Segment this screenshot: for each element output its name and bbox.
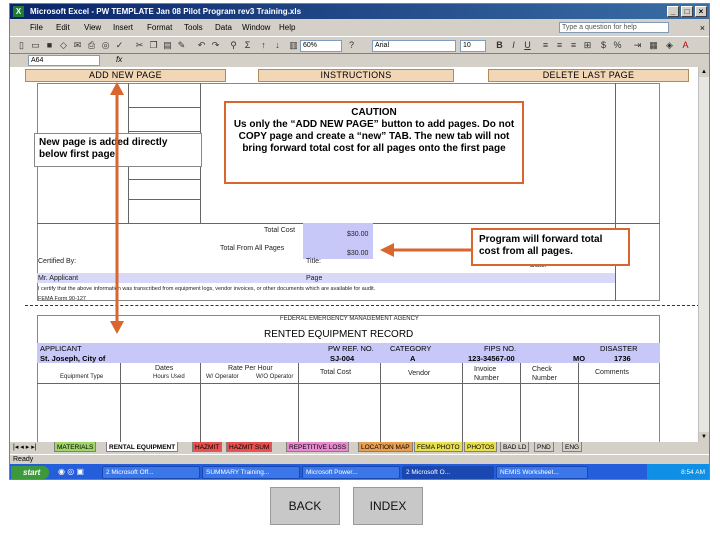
task-nemis-worksheet[interactable]: NEMIS Worksheet... [496,466,588,479]
excel-icon: X [13,6,24,17]
borders-icon[interactable]: ▦ [648,40,659,51]
underline-icon[interactable]: U [522,40,533,51]
hyperlink-icon[interactable]: ⚲ [228,40,239,51]
save-icon[interactable]: ■ [44,40,55,51]
menu-window[interactable]: Window [242,20,270,35]
help-icon[interactable]: ? [346,40,357,51]
copy-icon[interactable]: ❐ [148,40,159,51]
italic-icon[interactable]: I [508,40,519,51]
sort-descending-icon[interactable]: ↓ [272,40,283,51]
tab-materials[interactable]: MATERIALS [54,442,97,452]
name-box[interactable]: A64 [28,55,100,66]
zoom-select[interactable]: 60% [300,40,342,52]
callout-arrows [110,82,471,334]
undo-icon[interactable]: ↶ [196,40,207,51]
scroll-up-icon[interactable]: ▲ [699,67,709,77]
tab-pnd[interactable]: PND [534,442,554,452]
bold-icon[interactable]: B [494,40,505,51]
print-preview-icon[interactable]: ◎ [100,40,111,51]
tab-rental-equipment[interactable]: RENTAL EQUIPMENT [106,442,179,452]
back-button[interactable]: BACK [270,487,340,525]
tab-repetitive-loss[interactable]: REPETITIVE LOSS [286,442,350,452]
help-search-input[interactable]: Type a question for help [559,22,669,33]
merge-center-icon[interactable]: ⊞ [582,40,593,51]
quick-launch-icons[interactable]: ◉ ◎ ▣ [58,467,84,476]
menu-format[interactable]: Format [147,20,172,35]
scroll-down-icon[interactable]: ▼ [699,432,709,442]
font-size-select[interactable]: 10 [460,40,486,52]
tab-scroll-icons[interactable]: |◂ ◂ ▸ ▸| [13,442,37,453]
font-color-icon[interactable]: A [680,40,691,51]
task-summary-training[interactable]: SUMMARY Training... [202,466,300,479]
worksheet[interactable]: ADD NEW PAGE INSTRUCTIONS DELETE LAST PA… [10,67,700,442]
task-ms-excel[interactable]: 2 Microsoft O... [402,466,494,479]
index-button[interactable]: INDEX [353,487,423,525]
currency-icon[interactable]: $ [598,40,609,51]
arrow-left-icon [380,243,394,257]
standard-toolbar: ▯ ▭ ■ ◇ ✉ ⎙ ◎ ✓ ✂ ❐ ▤ ✎ ↶ ↷ ⚲ Σ ↑ ↓ ▥ 60… [10,36,709,54]
tab-hazmit[interactable]: HAZMIT [192,442,223,452]
close-workbook-icon[interactable]: × [700,21,705,36]
tab-location-map[interactable]: LOCATION MAP [358,442,413,452]
tab-fema-photo[interactable]: FEMA PHOTO [414,442,463,452]
windows-taskbar: start ◉ ◎ ▣ 2 Microsoft Off... SUMMARY T… [10,464,709,479]
open-icon[interactable]: ▭ [30,40,41,51]
start-button[interactable]: start [11,466,49,479]
menu-insert[interactable]: Insert [113,20,133,35]
print-icon[interactable]: ⎙ [86,40,97,51]
menu-tools[interactable]: Tools [184,20,203,35]
spelling-icon[interactable]: ✓ [114,40,125,51]
percent-icon[interactable]: % [612,40,623,51]
vertical-scrollbar[interactable]: ▲ ▼ [698,67,709,442]
redo-icon[interactable]: ↷ [210,40,221,51]
tab-bad-ld[interactable]: BAD LD [500,442,530,452]
minimize-button[interactable]: _ [667,6,679,17]
sort-ascending-icon[interactable]: ↑ [258,40,269,51]
tab-photos[interactable]: PHOTOS [464,442,498,452]
paste-icon[interactable]: ▤ [162,40,173,51]
system-tray-clock: 8:54 AM [647,464,709,479]
align-left-icon[interactable]: ≡ [540,40,551,51]
format-painter-icon[interactable]: ✎ [176,40,187,51]
fx-icon[interactable]: fx [116,55,122,64]
formula-bar: A64 fx [10,55,709,67]
align-right-icon[interactable]: ≡ [568,40,579,51]
window-title: Microsoft Excel - PW TEMPLATE Jan 08 Pil… [30,7,302,16]
permission-icon[interactable]: ◇ [58,40,69,51]
excel-window: X Microsoft Excel - PW TEMPLATE Jan 08 P… [9,3,710,480]
sheet-tab-bar: |◂ ◂ ▸ ▸| MATERIALS RENTAL EQUIPMENT HAZ… [10,442,709,453]
task-ms-office[interactable]: 2 Microsoft Off... [102,466,200,479]
menu-bar: File Edit View Insert Format Tools Data … [10,20,709,35]
close-button[interactable]: × [695,6,707,17]
arrow-down-icon [110,321,124,334]
menu-data[interactable]: Data [215,20,232,35]
menu-file[interactable]: File [30,20,43,35]
autosum-icon[interactable]: Σ [242,40,253,51]
arrow-up-icon [110,82,124,95]
fill-color-icon[interactable]: ◈ [664,40,675,51]
email-icon[interactable]: ✉ [72,40,83,51]
new-icon[interactable]: ▯ [16,40,27,51]
maximize-button[interactable]: □ [681,6,693,17]
menu-view[interactable]: View [84,20,101,35]
status-bar: Ready [10,454,709,464]
font-name-select[interactable]: Arial [372,40,456,52]
indent-icon[interactable]: ⇥ [632,40,643,51]
chart-wizard-icon[interactable]: ▥ [288,40,299,51]
cut-icon[interactable]: ✂ [134,40,145,51]
menu-edit[interactable]: Edit [56,20,70,35]
menu-help[interactable]: Help [279,20,295,35]
task-powerpoint[interactable]: Microsoft Power... [302,466,400,479]
align-center-icon[interactable]: ≡ [554,40,565,51]
tab-hazmit-sum[interactable]: HAZMIT SUM [226,442,273,452]
tab-eng[interactable]: ENG [562,442,583,452]
title-bar: X Microsoft Excel - PW TEMPLATE Jan 08 P… [10,4,709,19]
